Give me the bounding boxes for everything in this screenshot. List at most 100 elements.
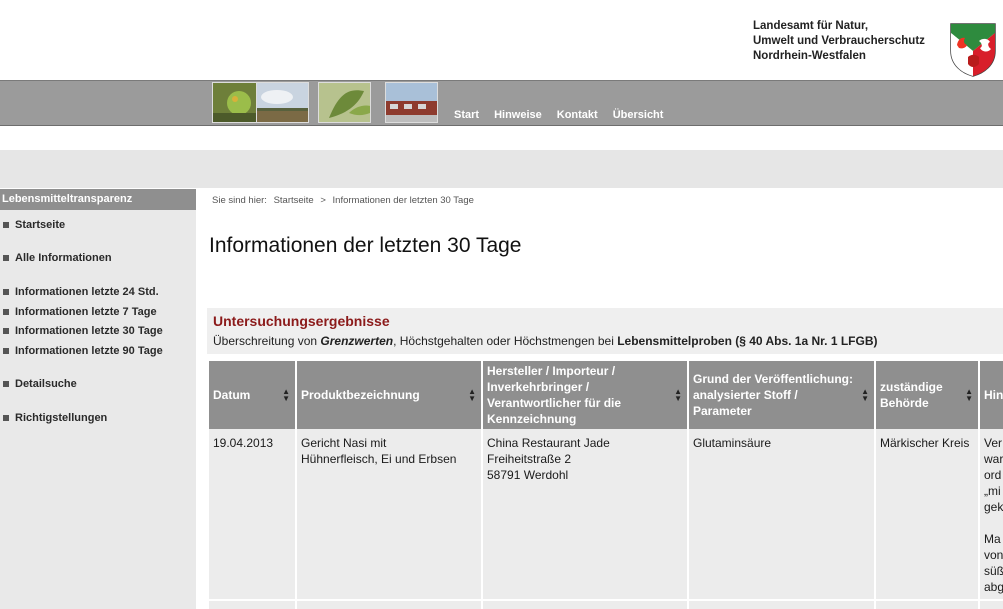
bullet-icon — [3, 289, 9, 296]
cell-line: Gericht Nasi mit — [301, 436, 387, 450]
sidebar-item-label: Richtigstellungen — [15, 412, 108, 424]
bullet-icon — [3, 328, 9, 335]
sidebar-item-7-tage[interactable]: Informationen letzte 7 Tage — [3, 306, 157, 318]
cell-hinweise: Ver war ord „mi gek Ma von süß abg — [979, 429, 1003, 600]
cell-line: Freiheitstraße 2 — [487, 452, 572, 466]
column-header-label: Produktbezeichnung — [301, 388, 420, 402]
desc-part: Überschreitung von — [213, 334, 321, 348]
main-nav: Start Hinweise Kontakt Übersicht — [454, 109, 663, 121]
column-header-label: Datum — [213, 388, 251, 402]
page-title: Informationen der letzten 30 Tage — [209, 234, 522, 257]
cell-datum: 19.04.2013 — [209, 429, 297, 600]
results-table: Datum ▲ ▼ Produktbezeichnung ▲ ▼ Hersteller … — [209, 361, 1003, 609]
grey-band — [0, 150, 1003, 188]
cell-behoerde: Hamm — [875, 599, 980, 609]
sidebar-item-label: Informationen letzte 30 Tage — [15, 325, 163, 337]
cell-hinweise — [979, 599, 1003, 609]
cell-line: war — [984, 452, 1003, 466]
sort-icon[interactable]: ▲ ▼ — [861, 388, 869, 403]
sidebar-item-label: Startseite — [15, 219, 66, 231]
column-header-label: Hin — [984, 388, 1003, 402]
cell-produkt: Spargelbohnen — [296, 599, 483, 609]
column-header-hinweise[interactable]: Hin — [979, 361, 1003, 429]
cell-grund: Carbofuran — [688, 599, 876, 609]
bullet-icon — [3, 222, 9, 229]
results-table-wrap[interactable]: Datum ▲ ▼ Produktbezeichnung ▲ ▼ Hersteller … — [209, 361, 1003, 609]
nav-hinweise[interactable]: Hinweise — [494, 109, 542, 121]
section-title: Untersuchungsergebnisse — [213, 313, 390, 329]
breadcrumb-current: Informationen der letzten 30 Tage — [332, 195, 474, 206]
bullet-icon — [3, 415, 9, 422]
site-header: Landesamt für Natur, Umwelt und Verbrauc… — [0, 0, 1003, 80]
sidebar-item-90-tage[interactable]: Informationen letzte 90 Tage — [3, 345, 163, 357]
sort-icon[interactable]: ▲ ▼ — [965, 388, 973, 403]
cell-line: Ma — [984, 532, 1001, 546]
column-header-label: Hersteller / Importeur / Inverkehrbringe… — [487, 364, 622, 426]
cell-behoerde: Märkischer Kreis — [875, 429, 980, 600]
sort-icon[interactable]: ▲ ▼ — [468, 388, 476, 403]
sidebar-item-label: Informationen letzte 24 Std. — [15, 286, 159, 298]
sidebar-item-label: Informationen letzte 7 Tage — [15, 306, 157, 318]
sidebar-item-label: Alle Informationen — [15, 252, 112, 264]
sidebar-item-alle-informationen[interactable]: Alle Informationen — [3, 252, 112, 264]
cell-hersteller: China Restaurant Jade Freiheitstraße 2 587… — [482, 429, 689, 600]
breadcrumb-home-link[interactable]: Startseite — [274, 195, 314, 206]
table-header-row: Datum ▲ ▼ Produktbezeichnung ▲ ▼ Hersteller … — [209, 361, 1003, 429]
table-row: 03.04.2013 Spargelbohnen Jaffna Stores C… — [209, 599, 1003, 609]
column-header-datum[interactable]: Datum ▲ ▼ — [209, 361, 297, 429]
cell-line-blank — [984, 515, 1003, 531]
cell-line: abg — [984, 580, 1003, 594]
cell-line: ord — [984, 468, 1002, 482]
header-photo-landscape — [256, 82, 309, 123]
sidebar-item-24-std[interactable]: Informationen letzte 24 Std. — [3, 286, 159, 298]
breadcrumb-label: Sie sind hier: — [212, 195, 267, 206]
cell-hersteller: Jaffna Stores — [482, 599, 689, 609]
cell-line: Ver — [984, 436, 1003, 450]
cell-line: gek — [984, 500, 1003, 514]
header-photo-building — [385, 82, 438, 123]
sidebar-item-label: Detailsuche — [15, 378, 77, 390]
agency-name: Landesamt für Natur, Umwelt und Verbrauc… — [753, 19, 925, 64]
desc-part: , Höchstgehalten oder Höchstmengen bei — [393, 334, 618, 348]
sidebar-title: Lebensmitteltransparenz — [0, 189, 196, 210]
desc-emphasis: Grenzwerten — [320, 334, 394, 348]
sidebar-item-30-tage[interactable]: Informationen letzte 30 Tage — [3, 325, 163, 337]
section-description: Überschreitung von Grenzwerten, Höchstge… — [213, 334, 878, 348]
cell-line: Hühnerfleisch, Ei und Erbsen — [301, 452, 457, 466]
sort-icon[interactable]: ▲ ▼ — [674, 388, 682, 403]
sort-icon[interactable]: ▲ ▼ — [282, 388, 290, 403]
cell-grund: Glutaminsäure — [688, 429, 876, 600]
cell-datum: 03.04.2013 — [209, 599, 297, 609]
column-header-produkt[interactable]: Produktbezeichnung ▲ ▼ — [296, 361, 483, 429]
cell-line: von — [984, 548, 1003, 562]
breadcrumb: Sie sind hier: Startseite > Informatione… — [212, 195, 478, 206]
cell-produkt: Gericht Nasi mit Hühnerfleisch, Ei und Er… — [296, 429, 483, 600]
header-photo-plant — [318, 82, 371, 123]
bullet-icon — [3, 309, 9, 316]
cell-line: süß — [984, 564, 1003, 578]
column-header-grund[interactable]: Grund der Veröffentlichung: analysierter… — [688, 361, 876, 429]
table-row: 19.04.2013 Gericht Nasi mit Hühnerfleisch… — [209, 429, 1003, 600]
column-header-hersteller[interactable]: Hersteller / Importeur / Inverkehrbringe… — [482, 361, 689, 429]
agency-line-3: Nordrhein-Westfalen — [753, 50, 866, 62]
nav-kontakt[interactable]: Kontakt — [557, 109, 598, 121]
desc-legal-ref: Lebensmittelproben (§ 40 Abs. 1a Nr. 1 L… — [617, 334, 878, 348]
sidebar-item-richtigstellungen[interactable]: Richtigstellungen — [3, 412, 107, 424]
nav-start[interactable]: Start — [454, 109, 479, 121]
nrw-crest-logo — [950, 23, 996, 77]
agency-line-2: Umwelt und Verbraucherschutz — [753, 35, 925, 47]
bullet-icon — [3, 255, 9, 262]
column-header-label: Grund der Veröffentlichung: analysierter… — [693, 372, 854, 418]
nav-uebersicht[interactable]: Übersicht — [613, 109, 664, 121]
cell-line: China Restaurant Jade — [487, 436, 610, 450]
sidebar-item-startseite[interactable]: Startseite — [3, 219, 65, 231]
column-header-behoerde[interactable]: zuständige Behörde ▲ ▼ — [875, 361, 980, 429]
breadcrumb-separator: > — [320, 195, 326, 206]
sidebar-item-detailsuche[interactable]: Detailsuche — [3, 378, 77, 390]
column-header-label: zuständige Behörde — [880, 380, 943, 410]
agency-line-1: Landesamt für Natur, — [753, 20, 869, 32]
cell-line: „mi — [984, 484, 1001, 498]
bullet-icon — [3, 381, 9, 388]
bullet-icon — [3, 348, 9, 355]
cell-line: 58791 Werdohl — [487, 468, 569, 482]
